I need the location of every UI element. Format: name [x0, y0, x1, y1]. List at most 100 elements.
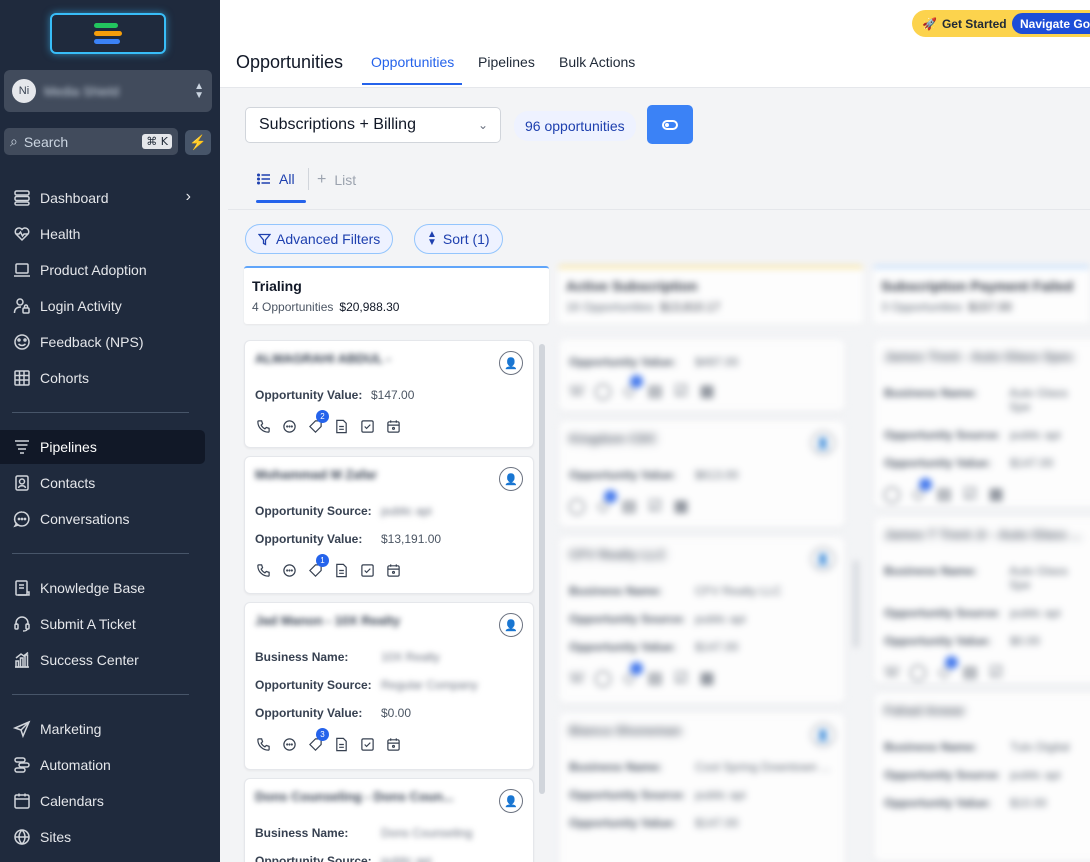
- phone-icon[interactable]: ☏: [882, 664, 902, 681]
- note-icon[interactable]: ▤: [962, 664, 978, 681]
- sidebar-item-success-center[interactable]: Success Center: [0, 643, 205, 677]
- phone-icon[interactable]: ☏: [567, 383, 587, 400]
- column-scrollbar[interactable]: [853, 560, 859, 648]
- navigate-button[interactable]: Navigate Go: [1012, 13, 1090, 34]
- note-icon[interactable]: [333, 418, 349, 434]
- tag-icon[interactable]: ◇: [910, 478, 932, 503]
- message-icon[interactable]: ◯: [594, 670, 612, 687]
- note-icon[interactable]: ▤: [647, 670, 663, 687]
- assign-user-icon[interactable]: 👤: [811, 723, 835, 747]
- tab-pipelines[interactable]: Pipelines: [478, 54, 535, 70]
- assign-user-icon[interactable]: 👤: [499, 351, 523, 375]
- tag-icon[interactable]: ◇: [595, 490, 617, 515]
- sidebar-item-sites[interactable]: Sites: [0, 820, 205, 854]
- assign-user-icon[interactable]: 👤: [499, 467, 523, 491]
- opportunity-name[interactable]: Mohammad M Zafar: [255, 467, 523, 482]
- note-icon[interactable]: [333, 736, 349, 752]
- note-icon[interactable]: ▤: [621, 498, 637, 515]
- opportunity-card[interactable]: Jad Manon - 10X Realty 👤 Business Name: 1…: [244, 602, 534, 770]
- phone-icon[interactable]: [255, 562, 271, 578]
- appointment-icon[interactable]: ▦: [673, 498, 689, 515]
- sidebar-item-marketing[interactable]: Marketing: [0, 712, 205, 746]
- opportunity-card[interactable]: James Trent - Auto Glass Spec Business N…: [873, 338, 1090, 508]
- tag-icon[interactable]: ◇: [621, 662, 643, 687]
- assign-user-icon[interactable]: 👤: [811, 547, 835, 571]
- sidebar-item-contacts[interactable]: Contacts: [0, 466, 205, 500]
- opportunity-card[interactable]: Dons Counseling - Dons Coun... 👤 Busines…: [244, 778, 534, 862]
- opportunity-card[interactable]: CFV Realty LLC 👤 Business Name: CFV Realt…: [558, 536, 846, 704]
- column-scrollbar[interactable]: [539, 344, 545, 794]
- pipeline-select[interactable]: Subscriptions + Billing ⌄: [245, 107, 501, 143]
- app-logo[interactable]: [50, 13, 166, 54]
- account-switcher[interactable]: Ni Media Shield ▲ ▼: [4, 70, 212, 112]
- phone-icon[interactable]: ☏: [567, 670, 587, 687]
- opportunity-name[interactable]: Jad Manon - 10X Realty: [255, 613, 523, 628]
- phone-icon[interactable]: [255, 736, 271, 752]
- view-toggle-button[interactable]: [647, 105, 693, 144]
- opportunity-name[interactable]: Dons Counseling - Dons Coun...: [255, 789, 523, 804]
- tag-icon[interactable]: 1: [307, 554, 329, 578]
- sidebar-item-feedback[interactable]: Feedback (NPS): [0, 325, 205, 359]
- opportunity-name[interactable]: Bianca Shoneman: [569, 723, 835, 738]
- sidebar-item-automation[interactable]: Automation: [0, 748, 205, 782]
- opportunity-card[interactable]: James T Trent Jr - Auto Glass ... Busine…: [873, 516, 1090, 684]
- sidebar-item-conversations[interactable]: Conversations: [0, 502, 205, 536]
- sort-button[interactable]: ▲ ▼ Sort (1): [414, 224, 503, 254]
- opportunity-name[interactable]: James T Trent Jr - Auto Glass ...: [884, 527, 1090, 542]
- note-icon[interactable]: ▤: [936, 486, 952, 503]
- tab-bulk-actions[interactable]: Bulk Actions: [559, 54, 635, 70]
- appointment-icon[interactable]: ▦: [699, 383, 715, 400]
- opportunity-card[interactable]: Bianca Shoneman 👤 Business Name: Cool Spr…: [558, 712, 846, 862]
- note-icon[interactable]: [333, 562, 349, 578]
- task-icon[interactable]: ☑: [962, 486, 978, 503]
- message-icon[interactable]: ◯: [594, 383, 612, 400]
- tag-icon[interactable]: ◇: [621, 375, 643, 400]
- message-icon[interactable]: ◯: [909, 664, 927, 681]
- view-tab-all[interactable]: All: [257, 171, 295, 187]
- assign-user-icon[interactable]: 👤: [811, 431, 835, 455]
- tab-opportunities[interactable]: Opportunities: [371, 54, 454, 70]
- tag-icon[interactable]: ◇: [936, 656, 958, 681]
- advanced-filters-button[interactable]: Advanced Filters: [245, 224, 394, 254]
- message-icon[interactable]: ◯: [568, 498, 586, 515]
- opportunity-name[interactable]: Fahad Anwar: [884, 703, 1090, 718]
- quick-action-bolt-icon[interactable]: ⚡: [185, 130, 211, 155]
- note-icon[interactable]: ▤: [647, 383, 663, 400]
- appointment-icon[interactable]: [385, 418, 401, 434]
- appointment-icon[interactable]: ▦: [988, 486, 1004, 503]
- opportunity-card[interactable]: Kingdom CDC 👤 Opportunity Value: $613.00 …: [558, 420, 846, 528]
- appointment-icon[interactable]: [385, 736, 401, 752]
- sidebar-item-knowledge-base[interactable]: Knowledge Base: [0, 571, 205, 605]
- opportunity-card[interactable]: Opportunity Value: $497.00 ☏ ◯ ◇ ▤ ☑ ▦: [558, 338, 846, 412]
- opportunity-card[interactable]: Mohammad M Zafar 👤 Opportunity Source: pu…: [244, 456, 534, 594]
- add-list-view-button[interactable]: + List: [317, 171, 356, 189]
- phone-icon[interactable]: [255, 418, 271, 434]
- opportunity-name[interactable]: Kingdom CDC: [569, 431, 835, 446]
- task-icon[interactable]: ☑: [988, 664, 1004, 681]
- task-icon[interactable]: [359, 736, 375, 752]
- sidebar-item-calendars[interactable]: Calendars: [0, 784, 205, 818]
- sidebar-item-login-activity[interactable]: Login Activity: [0, 289, 205, 323]
- sidebar-item-product-adoption[interactable]: Product Adoption: [0, 253, 205, 287]
- sidebar-item-pipelines[interactable]: Pipelines: [0, 430, 205, 464]
- task-icon[interactable]: ☑: [673, 383, 689, 400]
- tag-icon[interactable]: 2: [307, 410, 329, 434]
- opportunity-card[interactable]: ALMAGRAHI ABDUL - 👤 Opportunity Value: $1…: [244, 340, 534, 448]
- message-icon[interactable]: ◯: [883, 486, 901, 503]
- task-icon[interactable]: [359, 562, 375, 578]
- message-icon[interactable]: [281, 736, 297, 752]
- opportunity-card[interactable]: Fahad Anwar Business Name: Tulo Digital O…: [873, 692, 1090, 862]
- opportunity-name[interactable]: ALMAGRAHI ABDUL -: [255, 351, 523, 366]
- task-icon[interactable]: ☑: [647, 498, 663, 515]
- sidebar-item-submit-ticket[interactable]: Submit A Ticket: [0, 607, 205, 641]
- sidebar-search[interactable]: ⌕ Search ⌘ K: [4, 128, 178, 155]
- tag-icon[interactable]: 3: [307, 728, 329, 752]
- appointment-icon[interactable]: ▦: [699, 670, 715, 687]
- message-icon[interactable]: [281, 562, 297, 578]
- message-icon[interactable]: [281, 418, 297, 434]
- sidebar-item-health[interactable]: Health: [0, 217, 205, 251]
- assign-user-icon[interactable]: 👤: [499, 613, 523, 637]
- task-icon[interactable]: ☑: [673, 670, 689, 687]
- assign-user-icon[interactable]: 👤: [499, 789, 523, 813]
- task-icon[interactable]: [359, 418, 375, 434]
